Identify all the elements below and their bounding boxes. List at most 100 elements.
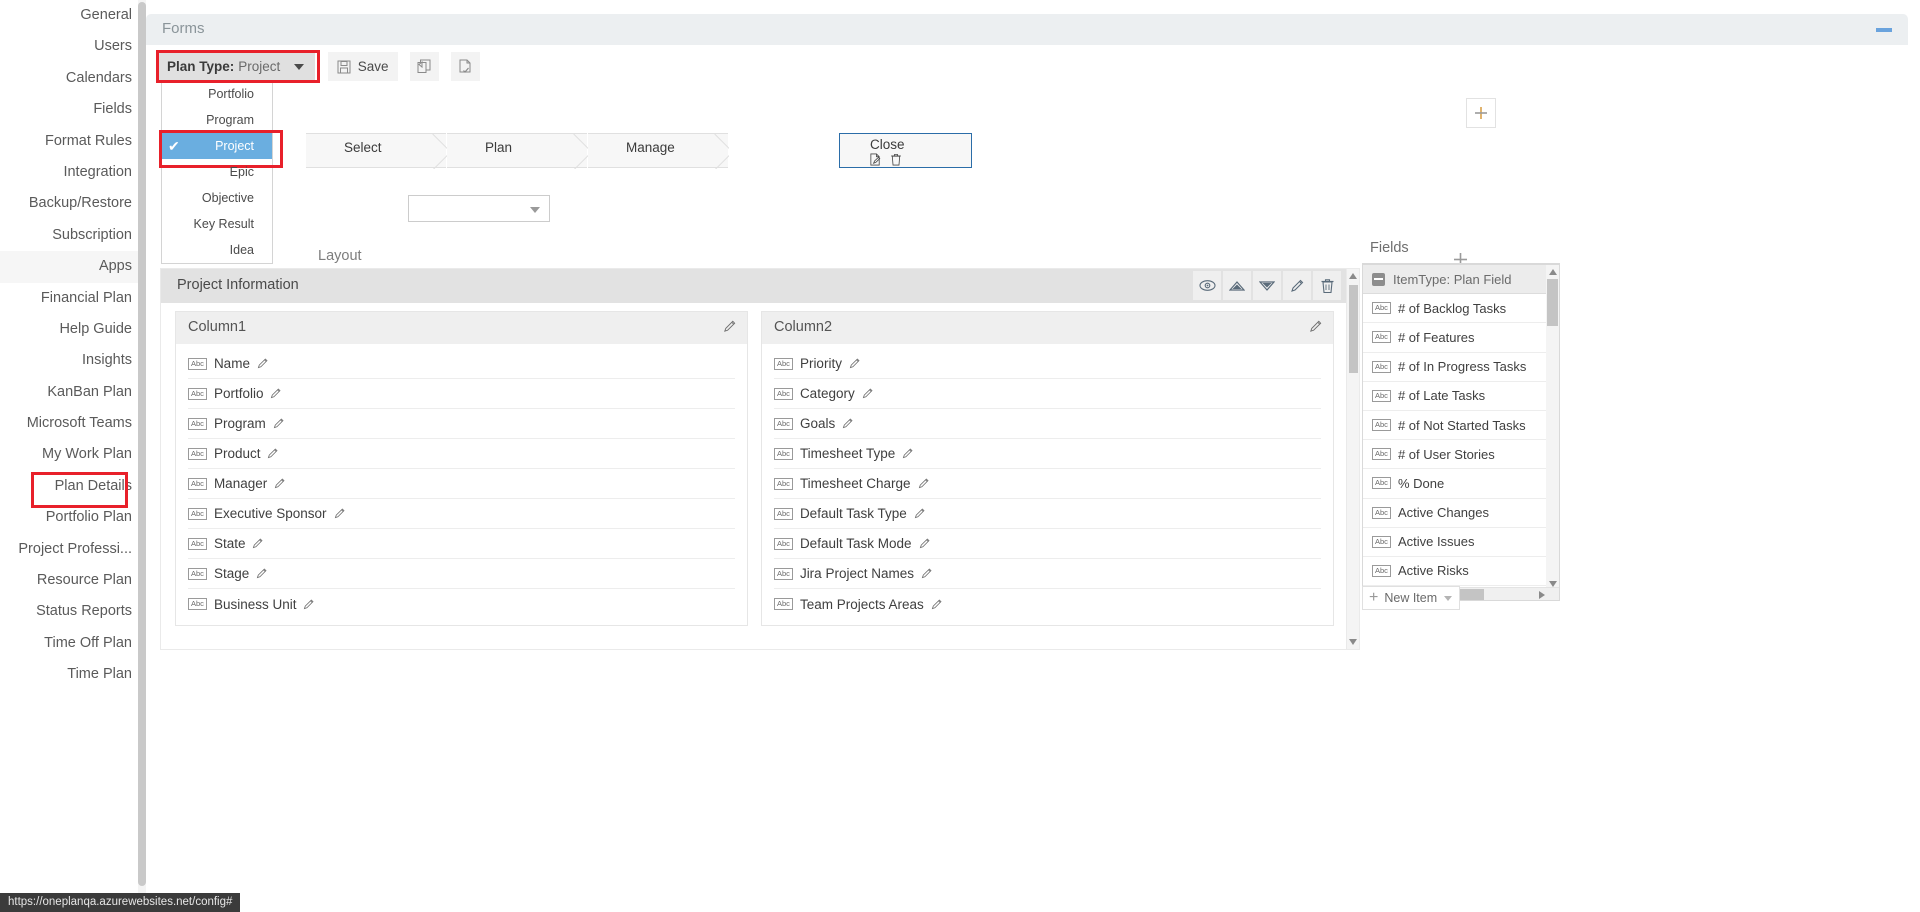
- fields-list-item[interactable]: Abc Active Changes: [1363, 499, 1559, 528]
- form-field-row[interactable]: Abc Default Task Type: [774, 499, 1321, 529]
- delete-icon[interactable]: [1313, 271, 1341, 300]
- edit-icon[interactable]: [333, 507, 346, 520]
- form-field-row[interactable]: Abc Business Unit: [188, 589, 735, 619]
- form-field-row[interactable]: Abc Category: [774, 379, 1321, 409]
- form-field-row[interactable]: Abc Manager: [188, 469, 735, 499]
- form-field-row[interactable]: Abc Team Projects Areas: [774, 589, 1321, 619]
- stage-tab-select[interactable]: Select: [306, 133, 446, 168]
- sidebar-item-help-guide[interactable]: Help Guide: [0, 314, 146, 345]
- sidebar-item-time-off-plan[interactable]: Time Off Plan: [0, 628, 146, 659]
- sidebar-item-general[interactable]: General: [0, 0, 146, 31]
- edit-icon[interactable]: [302, 598, 315, 611]
- fields-list-item[interactable]: Abc # of Features: [1363, 323, 1559, 353]
- edit-icon[interactable]: [273, 477, 286, 490]
- fields-group-row[interactable]: ItemType: Plan Field: [1363, 265, 1559, 295]
- move-down-icon[interactable]: [1253, 271, 1281, 300]
- edit-icon[interactable]: [901, 447, 914, 460]
- form-field-row[interactable]: Abc State: [188, 529, 735, 559]
- form-field-row[interactable]: Abc Goals: [774, 409, 1321, 439]
- scroll-right-icon[interactable]: [1535, 588, 1548, 600]
- form-field-row[interactable]: Abc Jira Project Names: [774, 559, 1321, 589]
- fields-vertical-scrollbar[interactable]: [1546, 265, 1559, 590]
- copy-icon[interactable]: [409, 52, 439, 81]
- canvas-scrollbar-thumb[interactable]: [1349, 285, 1358, 373]
- minimize-icon[interactable]: [1876, 28, 1892, 32]
- save-button[interactable]: Save: [327, 52, 398, 81]
- edit-icon[interactable]: [841, 417, 854, 430]
- edit-icon[interactable]: [861, 387, 874, 400]
- canvas-scrollbar[interactable]: [1346, 268, 1360, 650]
- stage-tab-close[interactable]: Close: [839, 133, 972, 168]
- form-field-row[interactable]: Abc Timesheet Charge: [774, 469, 1321, 499]
- new-document-icon[interactable]: [451, 52, 481, 81]
- sidebar-item-plan-details[interactable]: Plan Details: [0, 471, 146, 509]
- fields-list-item[interactable]: Abc # of Late Tasks: [1363, 382, 1559, 411]
- sidebar-item-insights[interactable]: Insights: [0, 345, 146, 376]
- plan-type-dropdown-button[interactable]: Plan Type: Project: [156, 52, 316, 81]
- fields-list-item[interactable]: Abc # of Not Started Tasks: [1363, 411, 1559, 441]
- sidebar-item-users[interactable]: Users: [0, 31, 146, 62]
- edit-icon[interactable]: [920, 567, 933, 580]
- form-field-row[interactable]: Abc Default Task Mode: [774, 529, 1321, 559]
- form-field-row[interactable]: Abc Program: [188, 409, 735, 439]
- form-field-row[interactable]: Abc Name: [188, 349, 735, 379]
- edit-icon[interactable]: [930, 598, 943, 611]
- fields-list-item[interactable]: Abc Active Issues: [1363, 528, 1559, 557]
- form-field-row[interactable]: Abc Timesheet Type: [774, 439, 1321, 469]
- scroll-down-icon[interactable]: [1347, 635, 1359, 649]
- fields-list-item[interactable]: Abc % Done: [1363, 469, 1559, 499]
- form-field-row[interactable]: Abc Priority: [774, 349, 1321, 379]
- form-field-row[interactable]: Abc Stage: [188, 559, 735, 589]
- scroll-up-icon[interactable]: [1546, 265, 1559, 278]
- sidebar-item-kanban-plan[interactable]: KanBan Plan: [0, 377, 146, 408]
- stage-tab-plan[interactable]: Plan: [447, 133, 587, 168]
- sidebar-item-financial-plan[interactable]: Financial Plan: [0, 283, 146, 314]
- sidebar-item-apps[interactable]: Apps: [0, 251, 146, 283]
- trash-icon[interactable]: [890, 153, 902, 166]
- edit-icon[interactable]: [251, 537, 264, 550]
- plan-type-option-program[interactable]: Program: [162, 107, 272, 133]
- plan-type-option-key-result[interactable]: Key Result: [162, 211, 272, 237]
- sidebar-item-status-reports[interactable]: Status Reports: [0, 596, 146, 627]
- document-edit-icon[interactable]: [869, 153, 882, 166]
- edit-icon[interactable]: [256, 357, 269, 370]
- plan-type-option-idea[interactable]: Idea: [162, 237, 272, 263]
- edit-icon[interactable]: [272, 417, 285, 430]
- preview-icon[interactable]: [1193, 271, 1221, 300]
- new-item-button[interactable]: + New Item: [1362, 586, 1460, 610]
- edit-icon[interactable]: [1308, 319, 1323, 334]
- form-field-row[interactable]: Abc Executive Sponsor: [188, 499, 735, 529]
- edit-icon[interactable]: [269, 387, 282, 400]
- sidebar-item-subscription[interactable]: Subscription: [0, 220, 146, 251]
- sidebar-scrollbar[interactable]: [138, 0, 146, 912]
- edit-icon[interactable]: [255, 567, 268, 580]
- sidebar-scrollbar-thumb[interactable]: [138, 2, 146, 886]
- collapse-icon[interactable]: [1372, 272, 1385, 286]
- sidebar-item-my-work-plan[interactable]: My Work Plan: [0, 439, 146, 470]
- edit-icon[interactable]: [913, 507, 926, 520]
- edit-icon[interactable]: [848, 357, 861, 370]
- move-up-icon[interactable]: [1223, 271, 1251, 300]
- layout-select[interactable]: [408, 195, 550, 222]
- form-field-row[interactable]: Abc Product: [188, 439, 735, 469]
- sidebar-item-resource-plan[interactable]: Resource Plan: [0, 565, 146, 596]
- edit-icon[interactable]: [1283, 271, 1311, 300]
- sidebar-item-time-plan[interactable]: Time Plan: [0, 659, 146, 690]
- sidebar-item-calendars[interactable]: Calendars: [0, 63, 146, 94]
- fields-list-item[interactable]: Abc # of In Progress Tasks: [1363, 353, 1559, 382]
- chevron-down-icon[interactable]: [1444, 595, 1453, 601]
- sidebar-item-microsoft-teams[interactable]: Microsoft Teams: [0, 408, 146, 439]
- edit-icon[interactable]: [917, 477, 930, 490]
- sidebar-item-integration[interactable]: Integration: [0, 157, 146, 188]
- sidebar-item-project-professi[interactable]: Project Professi...: [0, 534, 146, 565]
- form-field-row[interactable]: Abc Portfolio: [188, 379, 735, 409]
- plan-type-option-objective[interactable]: Objective: [162, 185, 272, 211]
- fields-scrollbar-thumb[interactable]: [1547, 279, 1558, 326]
- stage-tab-manage[interactable]: Manage: [588, 133, 728, 168]
- plan-type-option-epic[interactable]: Epic: [162, 159, 272, 185]
- plan-type-option-portfolio[interactable]: Portfolio: [162, 81, 272, 107]
- edit-icon[interactable]: [722, 319, 737, 334]
- fields-list-item[interactable]: Abc # of Backlog Tasks: [1363, 294, 1559, 324]
- fields-list-item[interactable]: Abc Active Risks: [1363, 557, 1559, 587]
- sidebar-item-format-rules[interactable]: Format Rules: [0, 126, 146, 157]
